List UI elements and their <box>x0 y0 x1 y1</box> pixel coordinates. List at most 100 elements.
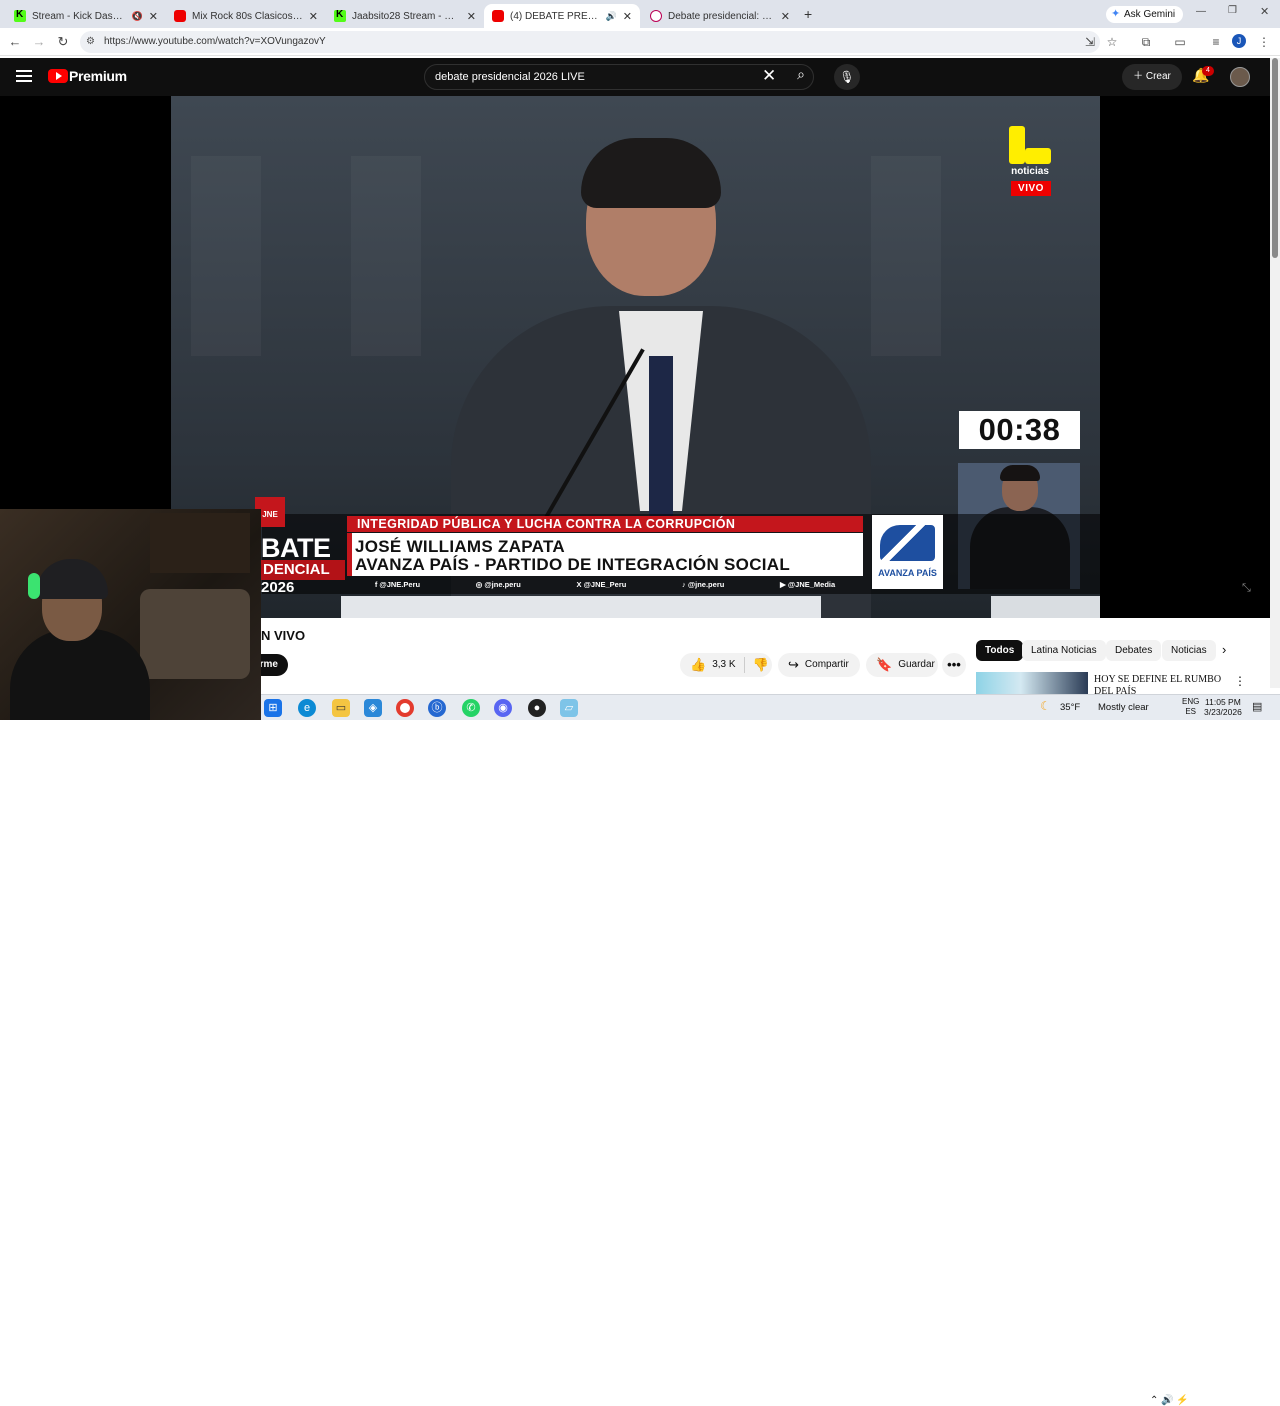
save-label: Guardar <box>898 659 935 670</box>
clear-search-icon[interactable]: ✕ <box>762 66 776 86</box>
tab-mix-rock[interactable]: Mix Rock 80s Clasicos 2021 dj o... ✕ <box>166 4 326 28</box>
like-dislike-pill: 👍 3,3 K 👎 <box>680 653 772 677</box>
facebook-handle: f @JNE.Peru <box>374 579 421 589</box>
close-tab-icon[interactable]: ✕ <box>467 10 476 23</box>
microphone-icon[interactable]: 🎙 <box>834 64 860 90</box>
debate-logo-word2: DENCIAL <box>261 560 345 580</box>
debate-topic-ribbon: INTEGRIDAD PÚBLICA Y LUCHA CONTRA LA COR… <box>347 516 863 532</box>
menu-kebab-icon[interactable]: ⋮ <box>1256 35 1272 49</box>
ask-gemini-button[interactable]: ✦ Ask Gemini <box>1106 6 1184 23</box>
close-tab-icon[interactable]: ✕ <box>781 10 790 23</box>
app-window-icon[interactable]: ▱ <box>560 699 578 717</box>
language-indicator[interactable]: ENG ES <box>1182 697 1199 717</box>
notification-count-badge: 4 <box>1202 66 1214 76</box>
recommended-more-icon[interactable]: ⋮ <box>1234 674 1246 688</box>
muted-audio-icon[interactable]: 🔇 <box>132 11 143 22</box>
hamburger-menu-icon[interactable] <box>16 70 32 82</box>
create-label: Crear <box>1145 71 1171 82</box>
share-button[interactable]: ↪ Compartir <box>778 653 860 677</box>
obs-icon[interactable]: ● <box>528 699 546 717</box>
notification-center-icon[interactable]: ▤ <box>1252 700 1262 713</box>
bookshelf <box>150 513 250 573</box>
more-actions-button[interactable]: ••• <box>942 653 966 677</box>
search-icon[interactable]: ⌕ <box>786 66 816 88</box>
account-avatar[interactable] <box>1230 67 1250 87</box>
video-frame[interactable]: noticias VIVO 00:38 BATE DENCIAL 2026 JN… <box>171 96 1100 618</box>
x-handle: X @JNE_Peru <box>576 579 627 589</box>
install-app-icon[interactable]: ⇲ <box>1082 35 1098 49</box>
chip-latina-noticias[interactable]: Latina Noticias <box>1022 640 1106 661</box>
new-tab-button[interactable]: + <box>804 6 812 22</box>
party-logo-text: AVANZA PAÍS <box>878 568 937 578</box>
tab-title: Debate presidencial: estos son... <box>668 10 775 22</box>
thumbs-up-icon[interactable]: 👍 <box>690 653 706 677</box>
clock-time: 11:05 PM <box>1205 697 1241 707</box>
youtube-handle: ▶ @JNE_Media <box>779 579 836 589</box>
tab-title: Mix Rock 80s Clasicos 2021 dj o... <box>192 10 303 22</box>
downloads-icon[interactable]: ≡ <box>1208 35 1224 49</box>
forward-arrow-icon[interactable]: → <box>30 33 48 51</box>
chrome-icon[interactable] <box>396 699 414 717</box>
headphones-icon <box>28 573 40 599</box>
speaker-hair <box>581 138 721 208</box>
instagram-handle: ◎ @jne.peru <box>475 579 521 589</box>
recommended-video-thumbnail[interactable] <box>976 672 1088 696</box>
thumbs-down-icon[interactable]: 👎 <box>753 653 769 677</box>
close-tab-icon[interactable]: ✕ <box>149 10 158 23</box>
youtube-header: Premium debate presidencial 2026 LIVE ✕ … <box>0 58 1270 96</box>
video-title: N VIVO <box>261 628 306 643</box>
scrollbar-thumb[interactable] <box>1272 58 1278 258</box>
whatsapp-icon[interactable]: ✆ <box>462 699 480 717</box>
minimize-window-icon[interactable]: — <box>1196 6 1206 17</box>
tab-kick-dashboard[interactable]: Stream - Kick Dashboard 🔇 ✕ <box>6 4 166 28</box>
youtube-logo-icon[interactable] <box>48 69 68 83</box>
url-input[interactable]: https://www.youtube.com/watch?v=XOVungaz… <box>80 31 1100 53</box>
like-count[interactable]: 3,3 K <box>712 653 735 677</box>
app-icon[interactable]: ⓑ <box>428 699 446 717</box>
podium <box>341 596 821 618</box>
search-input[interactable]: debate presidencial 2026 LIVE <box>424 64 814 90</box>
chip-debates[interactable]: Debates <box>1106 640 1162 661</box>
weather-temp[interactable]: 35°F <box>1060 702 1080 713</box>
extensions-icon[interactable]: ⧉ <box>1138 35 1154 50</box>
back-arrow-icon[interactable]: ← <box>6 33 24 51</box>
kick-icon <box>14 9 26 22</box>
maximize-window-icon[interactable]: ❐ <box>1228 5 1237 16</box>
bookmark-star-icon[interactable]: ☆ <box>1104 35 1120 49</box>
store-icon[interactable]: ◈ <box>364 699 382 717</box>
create-button[interactable]: ＋ Crear <box>1122 64 1182 90</box>
tiktok-handle: ♪ @jne.peru <box>681 579 725 589</box>
page-scrollbar[interactable] <box>1270 58 1280 688</box>
side-panel-icon[interactable]: ▭ <box>1172 35 1188 49</box>
youtube-premium-brand[interactable]: Premium <box>69 68 127 84</box>
weather-condition[interactable]: Mostly clear <box>1098 702 1149 713</box>
profile-avatar-icon[interactable]: J <box>1232 34 1246 48</box>
tab-debate-presidencial[interactable]: (4) DEBATE PRESIDENCIAL... 🔊 ✕ <box>484 4 640 28</box>
streamer-cap <box>36 559 108 599</box>
plus-icon: ＋ <box>1133 71 1146 82</box>
save-button[interactable]: 🔖 Guardar <box>866 653 938 677</box>
start-menu-icon[interactable]: ⊞ <box>264 699 282 717</box>
youtube-icon <box>174 10 186 22</box>
system-clock[interactable]: 11:05 PM 3/23/2026 <box>1204 697 1242 717</box>
system-tray-icons[interactable]: ⌃ 🔊 ⚡ <box>1150 1395 1189 1406</box>
tab-jaabsito-stream[interactable]: Jaabsito28 Stream - Watch Live... ✕ <box>326 4 484 28</box>
close-window-icon[interactable]: ✕ <box>1260 5 1269 18</box>
audio-playing-icon[interactable]: 🔊 <box>606 11 617 22</box>
tab-debate-article[interactable]: Debate presidencial: estos son... ✕ <box>642 4 798 28</box>
chip-todos[interactable]: Todos <box>976 640 1024 661</box>
youtube-icon <box>492 10 504 22</box>
reload-icon[interactable]: ↻ <box>54 33 72 51</box>
edge-browser-icon[interactable]: e <box>298 699 316 717</box>
close-tab-icon[interactable]: ✕ <box>623 10 632 23</box>
close-tab-icon[interactable]: ✕ <box>309 10 318 23</box>
social-handles-bar: f @JNE.Peru ◎ @jne.peru X @JNE_Peru ♪ @j… <box>347 577 863 591</box>
resize-corner-icon[interactable]: ⤡ <box>1242 582 1251 595</box>
file-explorer-icon[interactable]: ▭ <box>332 699 350 717</box>
chip-noticias[interactable]: Noticias <box>1162 640 1216 661</box>
ask-gemini-label: Ask Gemini <box>1124 9 1176 20</box>
site-info-icon[interactable]: ⚙ <box>86 36 95 47</box>
page-icon <box>650 10 662 22</box>
chevron-right-icon[interactable]: › <box>1222 642 1226 657</box>
discord-icon[interactable]: ◉ <box>494 699 512 717</box>
